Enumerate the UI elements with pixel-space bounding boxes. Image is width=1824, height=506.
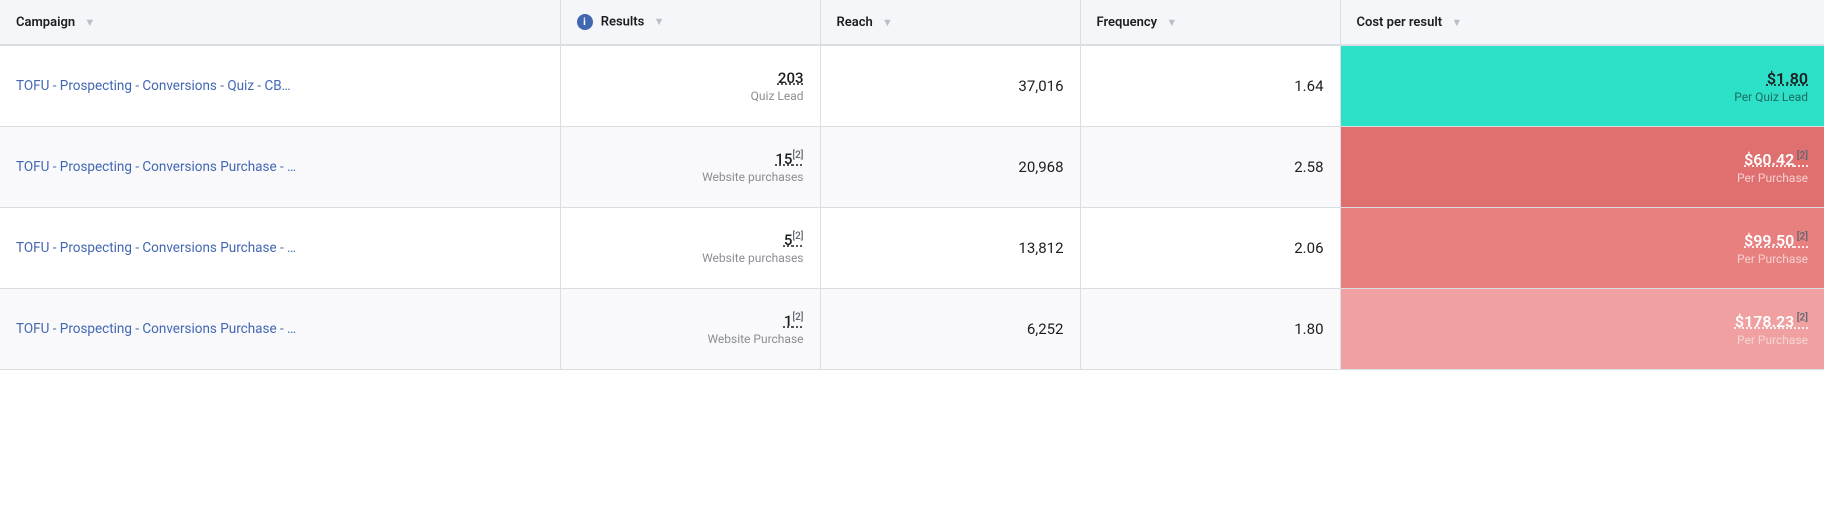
cost-amount: $1.80 bbox=[1767, 69, 1808, 88]
cost-amount: $178.23 [2] bbox=[1735, 312, 1808, 331]
cost-cell: $60.42 [2] Per Purchase bbox=[1340, 127, 1824, 208]
campaign-link[interactable]: TOFU - Prospecting - Conversions Purchas… bbox=[16, 159, 296, 175]
cost-label: Per Quiz Lead bbox=[1734, 90, 1808, 104]
cost-column-header[interactable]: Cost per result ▼ bbox=[1340, 0, 1824, 45]
frequency-cell: 2.58 bbox=[1080, 127, 1340, 208]
results-label: Quiz Lead bbox=[577, 89, 804, 103]
table-row: TOFU - Prospecting - Conversions Purchas… bbox=[0, 289, 1824, 370]
results-cell: 15[2] Website purchases bbox=[560, 127, 820, 208]
results-value: 5[2] bbox=[577, 231, 804, 249]
results-value: 1[2] bbox=[577, 312, 804, 330]
results-cell: 1[2] Website Purchase bbox=[560, 289, 820, 370]
results-sort-icon[interactable]: ▼ bbox=[654, 15, 665, 28]
reach-cell: 13,812 bbox=[820, 208, 1080, 289]
reach-sort-icon[interactable]: ▼ bbox=[882, 16, 893, 29]
results-cell: 5[2] Website purchases bbox=[560, 208, 820, 289]
cost-amount: $60.42 [2] bbox=[1744, 150, 1808, 169]
reach-column-label: Reach bbox=[837, 15, 873, 30]
table-row: TOFU - Prospecting - Conversions - Quiz … bbox=[0, 45, 1824, 127]
campaign-column-label: Campaign bbox=[16, 15, 75, 30]
campaign-link[interactable]: TOFU - Prospecting - Conversions Purchas… bbox=[16, 240, 296, 256]
frequency-column-label: Frequency bbox=[1097, 15, 1158, 30]
cost-label: Per Purchase bbox=[1737, 171, 1808, 185]
results-value: 203 bbox=[577, 69, 804, 87]
cost-label: Per Purchase bbox=[1737, 252, 1808, 266]
data-table: Campaign ▼ i Results ▼ Reach ▼ Frequency… bbox=[0, 0, 1824, 370]
results-cell: 203 Quiz Lead bbox=[560, 45, 820, 127]
campaign-link[interactable]: TOFU - Prospecting - Conversions - Quiz … bbox=[16, 78, 291, 94]
results-column-label: Results bbox=[601, 14, 645, 29]
reach-cell: 37,016 bbox=[820, 45, 1080, 127]
results-label: Website purchases bbox=[577, 170, 804, 184]
cost-cell: $99.50 [2] Per Purchase bbox=[1340, 208, 1824, 289]
frequency-sort-icon[interactable]: ▼ bbox=[1166, 16, 1177, 29]
frequency-column-header[interactable]: Frequency ▼ bbox=[1080, 0, 1340, 45]
reach-cell: 20,968 bbox=[820, 127, 1080, 208]
campaign-cell: TOFU - Prospecting - Conversions Purchas… bbox=[0, 127, 560, 208]
results-info-icon[interactable]: i bbox=[577, 14, 593, 30]
campaign-sort-icon[interactable]: ▼ bbox=[84, 16, 95, 29]
cost-label: Per Purchase bbox=[1737, 333, 1808, 347]
cost-column-label: Cost per result bbox=[1357, 15, 1443, 30]
frequency-cell: 2.06 bbox=[1080, 208, 1340, 289]
cost-amount: $99.50 [2] bbox=[1744, 231, 1808, 250]
results-column-header[interactable]: i Results ▼ bbox=[560, 0, 820, 45]
reach-cell: 6,252 bbox=[820, 289, 1080, 370]
table-row: TOFU - Prospecting - Conversions Purchas… bbox=[0, 208, 1824, 289]
results-label: Website Purchase bbox=[577, 332, 804, 346]
results-label: Website purchases bbox=[577, 251, 804, 265]
reach-column-header[interactable]: Reach ▼ bbox=[820, 0, 1080, 45]
campaign-column-header[interactable]: Campaign ▼ bbox=[0, 0, 560, 45]
results-value: 15[2] bbox=[577, 150, 804, 168]
campaign-cell: TOFU - Prospecting - Conversions Purchas… bbox=[0, 208, 560, 289]
cost-cell: $1.80 Per Quiz Lead bbox=[1340, 45, 1824, 127]
campaign-cell: TOFU - Prospecting - Conversions Purchas… bbox=[0, 289, 560, 370]
cost-sort-icon[interactable]: ▼ bbox=[1451, 16, 1462, 29]
cost-cell: $178.23 [2] Per Purchase bbox=[1340, 289, 1824, 370]
frequency-cell: 1.64 bbox=[1080, 45, 1340, 127]
campaign-cell: TOFU - Prospecting - Conversions - Quiz … bbox=[0, 45, 560, 127]
annotation-arrow bbox=[1564, 0, 1704, 10]
campaign-link[interactable]: TOFU - Prospecting - Conversions Purchas… bbox=[16, 321, 296, 337]
table-row: TOFU - Prospecting - Conversions Purchas… bbox=[0, 127, 1824, 208]
frequency-cell: 1.80 bbox=[1080, 289, 1340, 370]
